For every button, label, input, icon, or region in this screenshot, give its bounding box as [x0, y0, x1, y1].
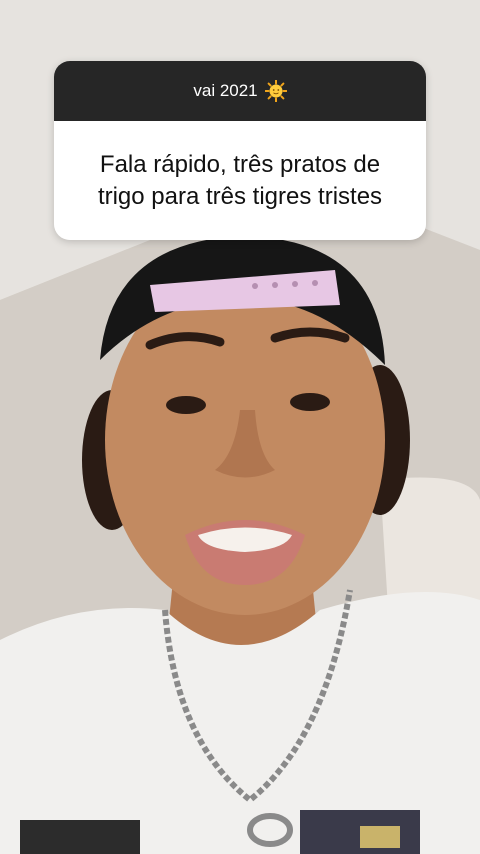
- question-sticker[interactable]: vai 2021 Fala rápido, três pratos de tri…: [54, 61, 426, 240]
- question-sticker-body: Fala rápido, três pratos de trigo para t…: [54, 121, 426, 240]
- sun-face-emoji-icon: [264, 79, 288, 103]
- story-frame: vai 2021 Fala rápido, três pratos de tri…: [0, 0, 480, 854]
- question-sticker-title: vai 2021: [193, 81, 258, 100]
- question-text: Fala rápido, três pratos de trigo para t…: [97, 150, 383, 210]
- question-sticker-header: vai 2021: [54, 61, 426, 121]
